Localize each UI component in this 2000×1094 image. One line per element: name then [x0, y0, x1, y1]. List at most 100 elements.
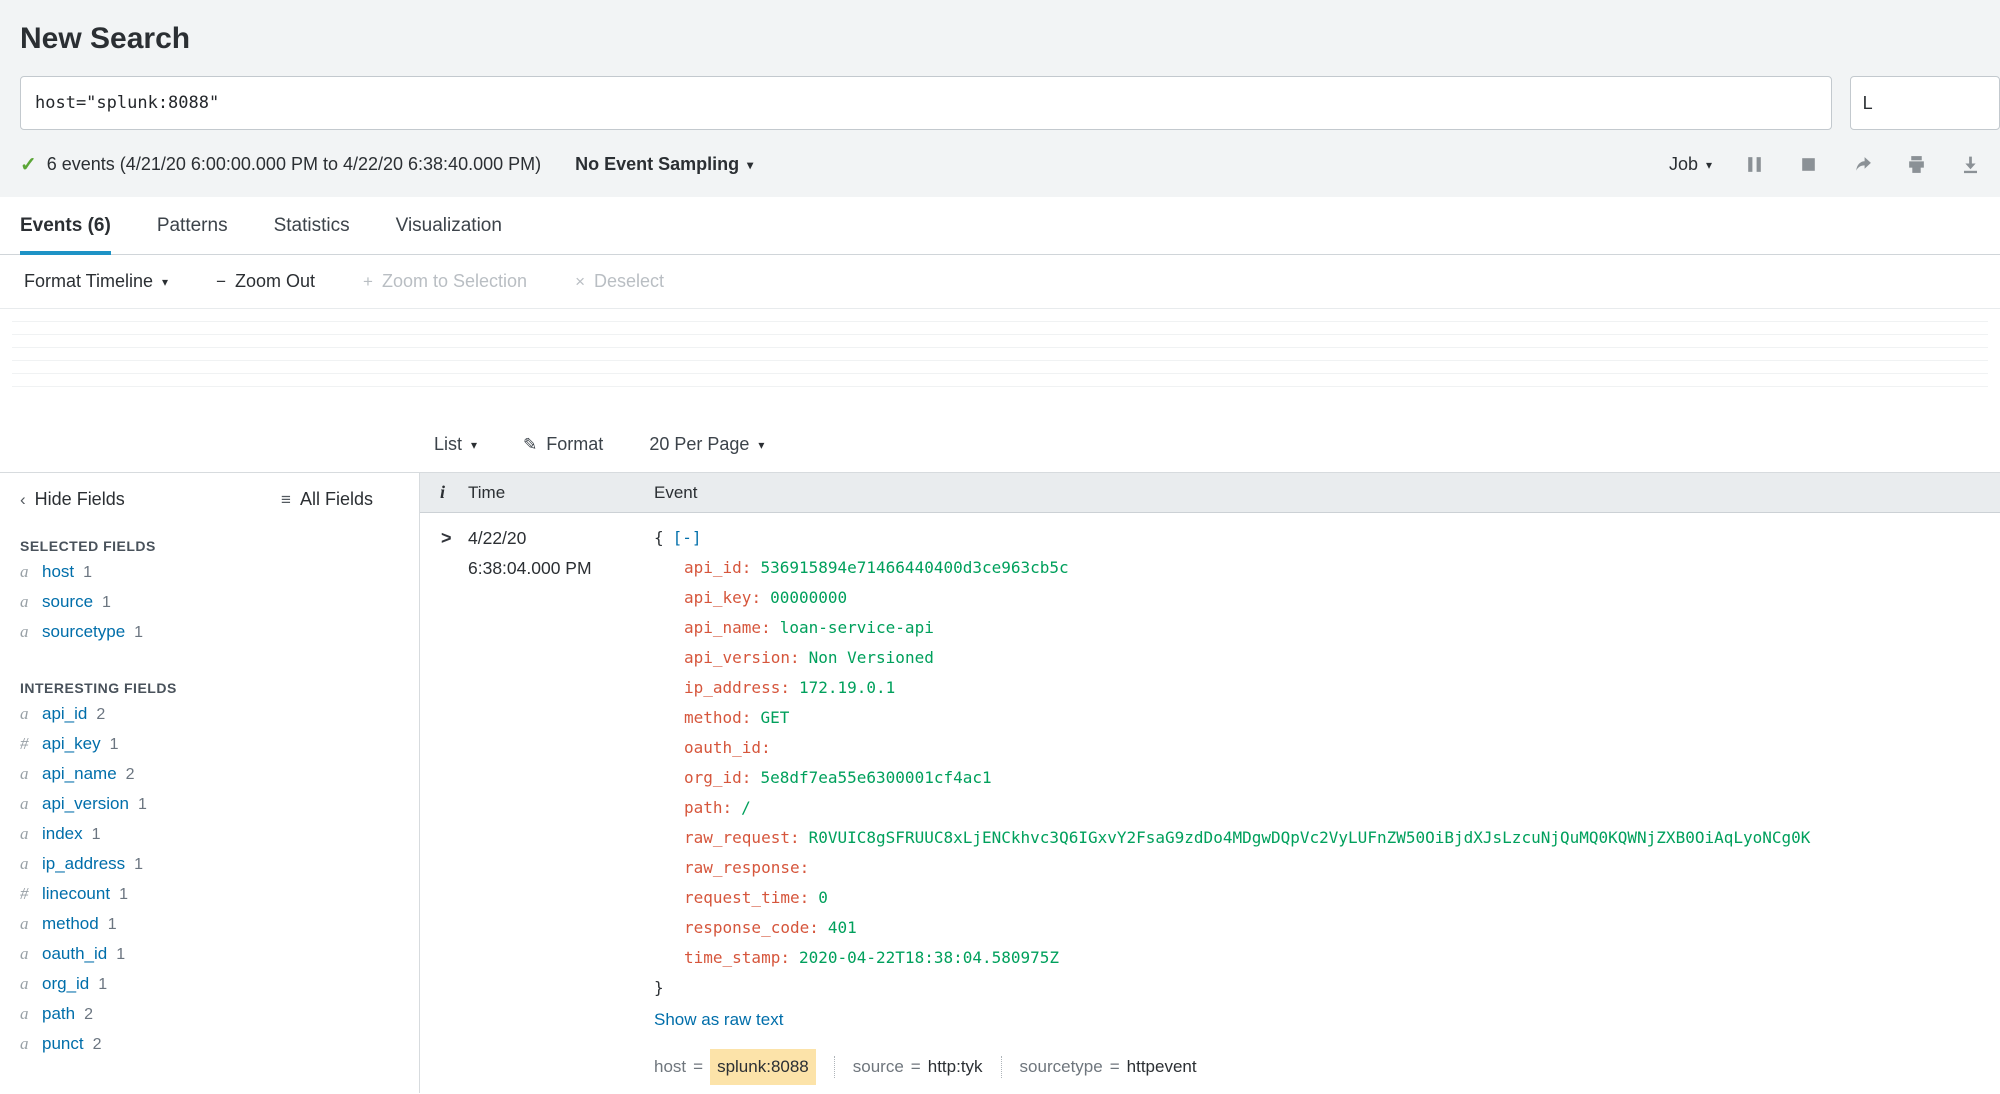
- status-row: ✓ 6 events (4/21/20 6:00:00.000 PM to 4/…: [0, 152, 2000, 177]
- json-value[interactable]: 2020-04-22T18:38:04.580975Z: [799, 948, 1059, 967]
- download-button[interactable]: [1958, 153, 1982, 177]
- json-value[interactable]: /: [741, 798, 751, 817]
- field-link-linecount[interactable]: linecount: [42, 884, 110, 904]
- field-type-icon: a: [20, 562, 29, 581]
- job-label: Job: [1668, 154, 1698, 174]
- field-link-api-id[interactable]: api_id: [42, 704, 87, 724]
- format-timeline-dropdown[interactable]: Format Timeline ▾: [24, 271, 168, 292]
- field-link-host[interactable]: host: [42, 562, 74, 582]
- search-input[interactable]: [20, 76, 1832, 130]
- field-link-ip-address[interactable]: ip_address: [42, 854, 125, 874]
- colon: :: [799, 858, 810, 877]
- event-sampling-dropdown[interactable]: No Event Sampling ▾: [575, 154, 753, 175]
- json-value[interactable]: GET: [760, 708, 789, 727]
- format-timeline-label: Format Timeline: [24, 271, 154, 291]
- json-key: response_code: [684, 918, 810, 937]
- share-button[interactable]: [1850, 153, 1874, 177]
- pause-button[interactable]: [1742, 153, 1766, 177]
- zoom-to-selection-label: Zoom to Selection: [381, 271, 528, 291]
- field-link-org-id[interactable]: org_id: [42, 974, 89, 994]
- json-key: request_time: [684, 888, 800, 907]
- json-value[interactable]: 536915894e71466440400d3ce963cb5c: [760, 558, 1068, 577]
- json-field: api_version: Non Versioned: [654, 643, 2000, 673]
- json-field: raw_request: R0VUIC8gSFRUUC8xLjENCkhvc3Q6…: [654, 823, 2000, 853]
- stop-button[interactable]: [1796, 153, 1820, 177]
- field-link-index[interactable]: index: [42, 824, 83, 844]
- json-key: org_id: [684, 768, 742, 787]
- colon: :: [722, 798, 733, 817]
- footer-field-value-sourcetype[interactable]: httpevent: [1127, 1052, 1197, 1082]
- hide-fields-button[interactable]: ‹ Hide Fields: [20, 489, 125, 510]
- timeline-chart[interactable]: [12, 321, 1988, 391]
- pause-icon: [1747, 157, 1761, 172]
- field-link-api-version[interactable]: api_version: [42, 794, 129, 814]
- json-value[interactable]: 00000000: [770, 588, 847, 607]
- field-link-api-key[interactable]: api_key: [42, 734, 101, 754]
- close-brace: }: [654, 978, 664, 997]
- field-type-icon: a: [20, 914, 29, 933]
- list-view-dropdown[interactable]: List ▾: [434, 434, 477, 455]
- field-link-api-name[interactable]: api_name: [42, 764, 117, 784]
- field-type-icon: a: [20, 1034, 29, 1053]
- json-value[interactable]: loan-service-api: [780, 618, 934, 637]
- field-row: a org_id 1: [20, 974, 419, 1004]
- json-field: api_name: loan-service-api: [654, 613, 2000, 643]
- colon: :: [809, 918, 819, 937]
- event-clock-time: 6:38:04.000 PM: [468, 558, 592, 578]
- field-row: a sourcetype 1: [20, 622, 419, 652]
- expand-event-button[interactable]: >: [420, 523, 468, 1085]
- json-value[interactable]: 172.19.0.1: [799, 678, 895, 697]
- field-row: a oauth_id 1: [20, 944, 419, 974]
- event-row: > 4/22/20 6:38:04.000 PM {[-] api_id: 536…: [420, 513, 2000, 1085]
- json-field: org_id: 5e8df7ea55e6300001cf4ac1: [654, 763, 2000, 793]
- status-left: ✓ 6 events (4/21/20 6:00:00.000 PM to 4/…: [20, 152, 753, 177]
- json-value[interactable]: R0VUIC8gSFRUUC8xLjENCkhvc3Q6IGxvY2FsaG9z…: [809, 828, 1811, 847]
- field-link-oauth-id[interactable]: oauth_id: [42, 944, 107, 964]
- tab-visualization[interactable]: Visualization: [396, 197, 502, 254]
- time-range-picker[interactable]: L: [1849, 76, 2000, 130]
- field-link-method[interactable]: method: [42, 914, 99, 934]
- json-key: ip_address: [684, 678, 781, 697]
- splunk-search-app: New Search L ✓ 6 events (4/21/20 6:00:00…: [0, 0, 2000, 1093]
- colon: :: [761, 618, 771, 637]
- field-link-sourcetype[interactable]: sourcetype: [42, 622, 125, 642]
- json-value[interactable]: 5e8df7ea55e6300001cf4ac1: [760, 768, 991, 787]
- event-date: 4/22/20: [468, 528, 527, 548]
- show-raw-text-link[interactable]: Show as raw text: [654, 1005, 783, 1035]
- deselect-button[interactable]: × Deselect: [575, 271, 664, 292]
- tab-patterns[interactable]: Patterns: [157, 197, 228, 254]
- close-icon: ×: [575, 271, 585, 291]
- tab-events[interactable]: Events (6): [20, 197, 111, 255]
- field-count: 1: [98, 976, 108, 993]
- json-value[interactable]: Non Versioned: [809, 648, 934, 667]
- field-type-icon: a: [20, 854, 29, 873]
- zoom-out-button[interactable]: − Zoom Out: [216, 271, 315, 292]
- footer-field-value-host[interactable]: splunk:8088: [710, 1049, 816, 1085]
- download-icon: [1963, 156, 1977, 174]
- field-link-source[interactable]: source: [42, 592, 93, 612]
- format-button[interactable]: ✎ Format: [523, 434, 603, 455]
- sampling-label: No Event Sampling: [575, 154, 740, 174]
- print-button[interactable]: [1904, 153, 1928, 177]
- json-field: method: GET: [654, 703, 2000, 733]
- field-row: a host 1: [20, 562, 419, 592]
- per-page-dropdown[interactable]: 20 Per Page ▾: [649, 434, 764, 455]
- zoom-to-selection-button[interactable]: + Zoom to Selection: [363, 271, 527, 292]
- field-link-punct[interactable]: punct: [42, 1034, 84, 1054]
- json-value[interactable]: 0: [818, 888, 828, 907]
- json-value[interactable]: 401: [828, 918, 857, 937]
- tab-statistics[interactable]: Statistics: [274, 197, 350, 254]
- footer-field-value-source[interactable]: http:tyk: [928, 1052, 983, 1082]
- colon: :: [789, 828, 800, 847]
- json-key: path: [684, 798, 723, 817]
- colon: :: [799, 888, 810, 907]
- list-icon: ≡: [281, 489, 291, 509]
- json-field: path: /: [654, 793, 2000, 823]
- equals-sign: =: [1109, 1057, 1120, 1076]
- job-dropdown[interactable]: Job ▾: [1669, 154, 1712, 175]
- field-row: a source 1: [20, 592, 419, 622]
- collapse-json-button[interactable]: [-]: [673, 528, 702, 547]
- all-fields-button[interactable]: ≡ All Fields: [281, 489, 373, 510]
- job-controls: Job ▾: [1669, 153, 1982, 177]
- field-link-path[interactable]: path: [42, 1004, 75, 1024]
